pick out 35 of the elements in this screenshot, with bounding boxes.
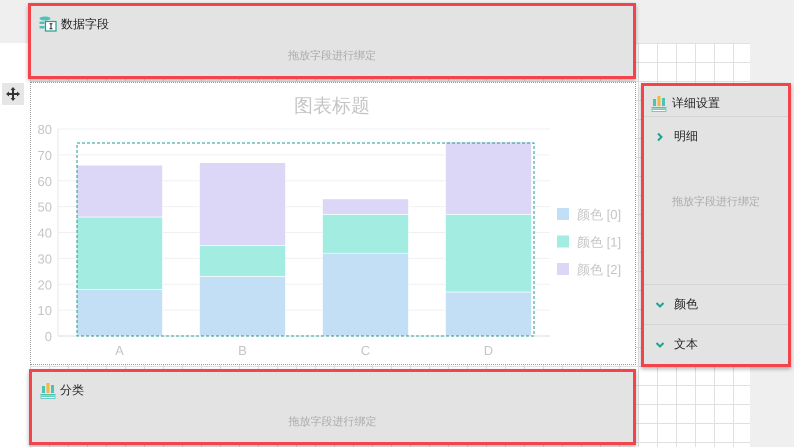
y-axis-label: 20 bbox=[38, 277, 52, 292]
y-axis-label: 60 bbox=[38, 174, 52, 189]
y-axis-label: 40 bbox=[38, 226, 52, 240]
x-axis-label: C bbox=[360, 343, 370, 358]
chevron-down-icon bbox=[655, 340, 665, 350]
y-axis-label: 80 bbox=[38, 122, 52, 137]
drop-hint: 拖放字段进行绑定 bbox=[288, 414, 378, 429]
drop-hint: 拖放字段进行绑定 bbox=[287, 48, 377, 63]
legend-label: 颜色 [2] bbox=[577, 262, 622, 277]
x-axis-label: A bbox=[115, 343, 124, 358]
category-drop-zone[interactable]: 分类 拖放字段进行绑定 bbox=[29, 369, 636, 445]
y-axis-label: 30 bbox=[38, 251, 52, 266]
section-header[interactable]: 文本 bbox=[644, 325, 788, 364]
bar-chart-icon bbox=[40, 382, 56, 398]
x-axis-label: B bbox=[238, 343, 247, 358]
y-axis-label: 10 bbox=[38, 303, 52, 318]
y-axis-label: 0 bbox=[44, 329, 52, 344]
panel-title: 详细设置 bbox=[672, 94, 720, 112]
legend-label: 颜色 [1] bbox=[577, 234, 622, 250]
section-header[interactable]: 明细 bbox=[644, 117, 788, 156]
panel-title: 数据字段 bbox=[61, 16, 109, 32]
section-header[interactable]: 颜色 bbox=[644, 285, 788, 324]
chart-title: 图表标题 bbox=[294, 96, 370, 117]
legend-label: 颜色 [0] bbox=[577, 207, 622, 222]
y-axis-label: 70 bbox=[38, 148, 52, 163]
x-axis-label: D bbox=[484, 343, 494, 358]
chevron-right-icon bbox=[655, 132, 665, 142]
bar-chart-icon bbox=[651, 94, 667, 112]
drop-hint: 拖放字段进行绑定 bbox=[671, 194, 761, 209]
panel-title: 分类 bbox=[60, 382, 84, 398]
chevron-down-icon bbox=[655, 300, 665, 310]
data-field-drop-zone[interactable]: 数据字段 拖放字段进行绑定 bbox=[28, 3, 636, 79]
database-icon bbox=[39, 16, 57, 32]
move-icon[interactable] bbox=[2, 83, 24, 105]
y-axis-label: 50 bbox=[38, 200, 52, 215]
